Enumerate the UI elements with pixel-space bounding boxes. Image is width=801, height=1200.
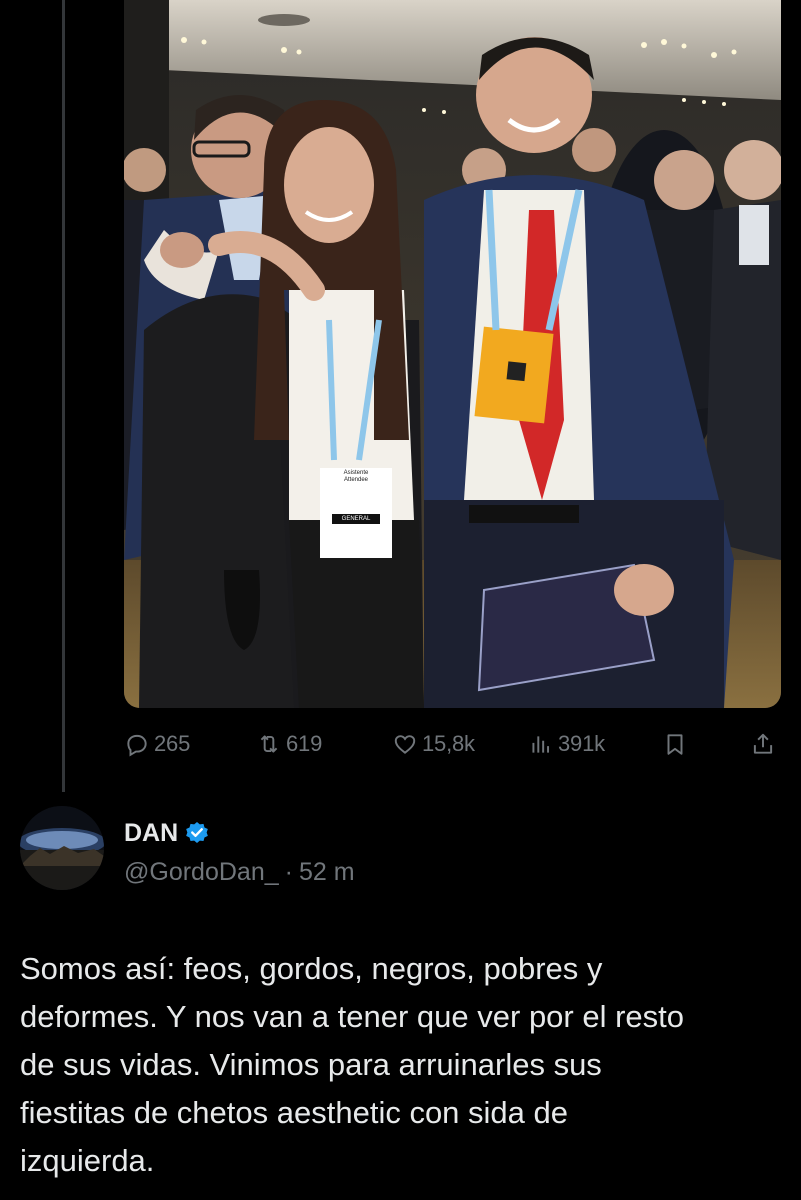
share-icon xyxy=(753,733,773,754)
like-icon xyxy=(394,735,416,754)
tweet-media-photo[interactable]: Asistente Attendee GENERAL xyxy=(124,0,781,708)
tweet-text: Somos así: feos, gordos, negros, pobres … xyxy=(20,951,685,1178)
repost-button[interactable]: 619 xyxy=(256,722,322,766)
handle-time-separator: · xyxy=(284,857,293,886)
views-count: 391k xyxy=(558,731,605,756)
badge-name-text: Asistente Attendee xyxy=(343,470,369,483)
bookmark-button[interactable] xyxy=(662,722,688,766)
share-button[interactable] xyxy=(750,722,776,766)
user-handle[interactable]: @GordoDan_ xyxy=(124,858,279,887)
avatar[interactable] xyxy=(20,806,104,890)
reply-handle-row: @GordoDan_ · 52 m xyxy=(124,854,355,890)
repost-icon xyxy=(260,735,278,753)
bookmark-icon xyxy=(667,734,683,755)
reply-count: 265 xyxy=(154,731,191,756)
tweet-action-bar: 265 619 15,8k 391k xyxy=(124,722,784,766)
display-name[interactable]: DAN xyxy=(124,819,178,848)
like-count: 15,8k xyxy=(422,731,475,756)
badge-type-text: GENERAL xyxy=(341,516,371,522)
views-icon xyxy=(532,736,550,753)
like-button[interactable]: 15,8k xyxy=(392,722,475,766)
thread-connector-line xyxy=(62,0,65,792)
verified-badge-icon xyxy=(186,821,209,843)
views-button[interactable]: 391k xyxy=(528,722,605,766)
repost-count: 619 xyxy=(286,731,323,756)
post-timestamp[interactable]: 52 m xyxy=(299,858,355,887)
reply-icon xyxy=(127,734,147,757)
reply-button[interactable]: 265 xyxy=(124,722,190,766)
reply-author-name-row[interactable]: DAN xyxy=(124,815,210,851)
